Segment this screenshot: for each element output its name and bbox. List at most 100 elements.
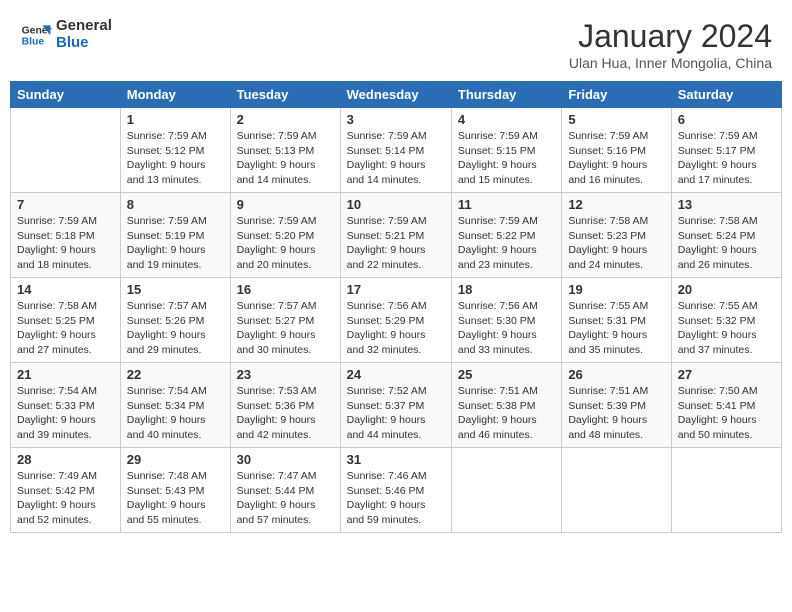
day-number: 15	[127, 282, 224, 297]
table-row: 3Sunrise: 7:59 AMSunset: 5:14 PMDaylight…	[340, 108, 451, 193]
cell-content: Sunrise: 7:52 AMSunset: 5:37 PMDaylight:…	[347, 384, 445, 443]
day-number: 27	[678, 367, 775, 382]
day-number: 24	[347, 367, 445, 382]
cell-content: Sunrise: 7:54 AMSunset: 5:33 PMDaylight:…	[17, 384, 114, 443]
day-number: 22	[127, 367, 224, 382]
logo-text-blue: Blue	[56, 34, 89, 51]
calendar-table: Sunday Monday Tuesday Wednesday Thursday…	[10, 81, 782, 533]
page-header: General Blue General Blue January 2024 U…	[10, 10, 782, 75]
table-row: 26 Sunrise: 7:51 AMSunset: 5:39 PMDayligh…	[562, 363, 671, 448]
header-thursday: Thursday	[451, 82, 561, 108]
day-number: 19	[568, 282, 664, 297]
table-row: 14Sunrise: 7:58 AMSunset: 5:25 PMDayligh…	[11, 278, 121, 363]
calendar-header-row: Sunday Monday Tuesday Wednesday Thursday…	[11, 82, 782, 108]
day-number: 30	[237, 452, 334, 467]
day-number: 1	[127, 112, 224, 127]
day-number: 6	[678, 112, 775, 127]
table-row: 15 Sunrise: 7:57 AMSunset: 5:26 PMDayligh…	[120, 278, 230, 363]
day-number: 31	[347, 452, 445, 467]
day-number: 8	[127, 197, 224, 212]
table-row: 17 Sunrise: 7:56 AMSunset: 5:29 PMDayligh…	[340, 278, 451, 363]
table-row: 8 Sunrise: 7:59 AMSunset: 5:19 PMDaylight…	[120, 193, 230, 278]
logo: General Blue General Blue	[20, 18, 112, 51]
header-wednesday: Wednesday	[340, 82, 451, 108]
cell-content: Sunrise: 7:51 AMSunset: 5:38 PMDaylight:…	[458, 384, 555, 443]
cell-content: Sunrise: 7:59 AMSunset: 5:16 PMDaylight:…	[568, 129, 664, 188]
calendar-week-row: 21 Sunrise: 7:54 AMSunset: 5:33 PMDayligh…	[11, 363, 782, 448]
cell-content: Sunrise: 7:48 AMSunset: 5:43 PMDaylight:…	[127, 469, 224, 528]
header-tuesday: Tuesday	[230, 82, 340, 108]
table-row: 27 Sunrise: 7:50 AMSunset: 5:41 PMDayligh…	[671, 363, 781, 448]
day-number: 28	[17, 452, 114, 467]
table-row: 23Sunrise: 7:53 AMSunset: 5:36 PMDayligh…	[230, 363, 340, 448]
day-number: 20	[678, 282, 775, 297]
table-row: 13Sunrise: 7:58 AMSunset: 5:24 PMDayligh…	[671, 193, 781, 278]
cell-content: Sunrise: 7:59 AMSunset: 5:13 PMDaylight:…	[237, 129, 334, 188]
day-number: 5	[568, 112, 664, 127]
calendar-week-row: 28 Sunrise: 7:49 AMSunset: 5:42 PMDayligh…	[11, 448, 782, 533]
table-row: 21 Sunrise: 7:54 AMSunset: 5:33 PMDayligh…	[11, 363, 121, 448]
day-number: 4	[458, 112, 555, 127]
table-row: 9Sunrise: 7:59 AMSunset: 5:20 PMDaylight…	[230, 193, 340, 278]
cell-content: Sunrise: 7:59 AMSunset: 5:21 PMDaylight:…	[347, 214, 445, 273]
location-subtitle: Ulan Hua, Inner Mongolia, China	[569, 55, 772, 71]
table-row: 16Sunrise: 7:57 AMSunset: 5:27 PMDayligh…	[230, 278, 340, 363]
calendar-week-row: 14Sunrise: 7:58 AMSunset: 5:25 PMDayligh…	[11, 278, 782, 363]
cell-content: Sunrise: 7:59 AMSunset: 5:22 PMDaylight:…	[458, 214, 555, 273]
day-number: 9	[237, 197, 334, 212]
header-saturday: Saturday	[671, 82, 781, 108]
cell-content: Sunrise: 7:55 AMSunset: 5:32 PMDaylight:…	[678, 299, 775, 358]
table-row: 7 Sunrise: 7:59 AMSunset: 5:18 PMDaylight…	[11, 193, 121, 278]
day-number: 12	[568, 197, 664, 212]
day-number: 29	[127, 452, 224, 467]
table-row: 25 Sunrise: 7:51 AMSunset: 5:38 PMDayligh…	[451, 363, 561, 448]
day-number: 17	[347, 282, 445, 297]
header-monday: Monday	[120, 82, 230, 108]
day-number: 11	[458, 197, 555, 212]
svg-text:Blue: Blue	[22, 36, 45, 47]
cell-content: Sunrise: 7:59 AMSunset: 5:17 PMDaylight:…	[678, 129, 775, 188]
cell-content: Sunrise: 7:59 AMSunset: 5:18 PMDaylight:…	[17, 214, 114, 273]
cell-content: Sunrise: 7:51 AMSunset: 5:39 PMDaylight:…	[568, 384, 664, 443]
cell-content: Sunrise: 7:55 AMSunset: 5:31 PMDaylight:…	[568, 299, 664, 358]
day-number: 25	[458, 367, 555, 382]
cell-content: Sunrise: 7:59 AMSunset: 5:19 PMDaylight:…	[127, 214, 224, 273]
logo-text-general: General	[56, 17, 112, 34]
day-number: 23	[237, 367, 334, 382]
day-number: 2	[237, 112, 334, 127]
cell-content: Sunrise: 7:56 AMSunset: 5:29 PMDaylight:…	[347, 299, 445, 358]
table-row: 11 Sunrise: 7:59 AMSunset: 5:22 PMDayligh…	[451, 193, 561, 278]
day-number: 14	[17, 282, 114, 297]
cell-content: Sunrise: 7:59 AMSunset: 5:12 PMDaylight:…	[127, 129, 224, 188]
cell-content: Sunrise: 7:54 AMSunset: 5:34 PMDaylight:…	[127, 384, 224, 443]
table-row: 6 Sunrise: 7:59 AMSunset: 5:17 PMDaylight…	[671, 108, 781, 193]
day-number: 7	[17, 197, 114, 212]
table-row: 2 Sunrise: 7:59 AMSunset: 5:13 PMDaylight…	[230, 108, 340, 193]
day-number: 10	[347, 197, 445, 212]
table-row: 30Sunrise: 7:47 AMSunset: 5:44 PMDayligh…	[230, 448, 340, 533]
table-row	[562, 448, 671, 533]
table-row: 29 Sunrise: 7:48 AMSunset: 5:43 PMDayligh…	[120, 448, 230, 533]
header-friday: Friday	[562, 82, 671, 108]
cell-content: Sunrise: 7:49 AMSunset: 5:42 PMDaylight:…	[17, 469, 114, 528]
title-block: January 2024 Ulan Hua, Inner Mongolia, C…	[569, 18, 772, 71]
cell-content: Sunrise: 7:50 AMSunset: 5:41 PMDaylight:…	[678, 384, 775, 443]
table-row	[11, 108, 121, 193]
cell-content: Sunrise: 7:59 AMSunset: 5:15 PMDaylight:…	[458, 129, 555, 188]
day-number: 18	[458, 282, 555, 297]
cell-content: Sunrise: 7:59 AMSunset: 5:14 PMDaylight:…	[347, 129, 445, 188]
logo-icon: General Blue	[20, 19, 52, 51]
table-row: 12 Sunrise: 7:58 AMSunset: 5:23 PMDayligh…	[562, 193, 671, 278]
table-row: 18Sunrise: 7:56 AMSunset: 5:30 PMDayligh…	[451, 278, 561, 363]
table-row	[451, 448, 561, 533]
day-number: 26	[568, 367, 664, 382]
table-row: 22 Sunrise: 7:54 AMSunset: 5:34 PMDayligh…	[120, 363, 230, 448]
calendar-week-row: 7 Sunrise: 7:59 AMSunset: 5:18 PMDaylight…	[11, 193, 782, 278]
cell-content: Sunrise: 7:57 AMSunset: 5:26 PMDaylight:…	[127, 299, 224, 358]
table-row: 31 Sunrise: 7:46 AMSunset: 5:46 PMDayligh…	[340, 448, 451, 533]
day-number: 21	[17, 367, 114, 382]
cell-content: Sunrise: 7:46 AMSunset: 5:46 PMDaylight:…	[347, 469, 445, 528]
table-row: 20 Sunrise: 7:55 AMSunset: 5:32 PMDayligh…	[671, 278, 781, 363]
cell-content: Sunrise: 7:58 AMSunset: 5:23 PMDaylight:…	[568, 214, 664, 273]
header-sunday: Sunday	[11, 82, 121, 108]
